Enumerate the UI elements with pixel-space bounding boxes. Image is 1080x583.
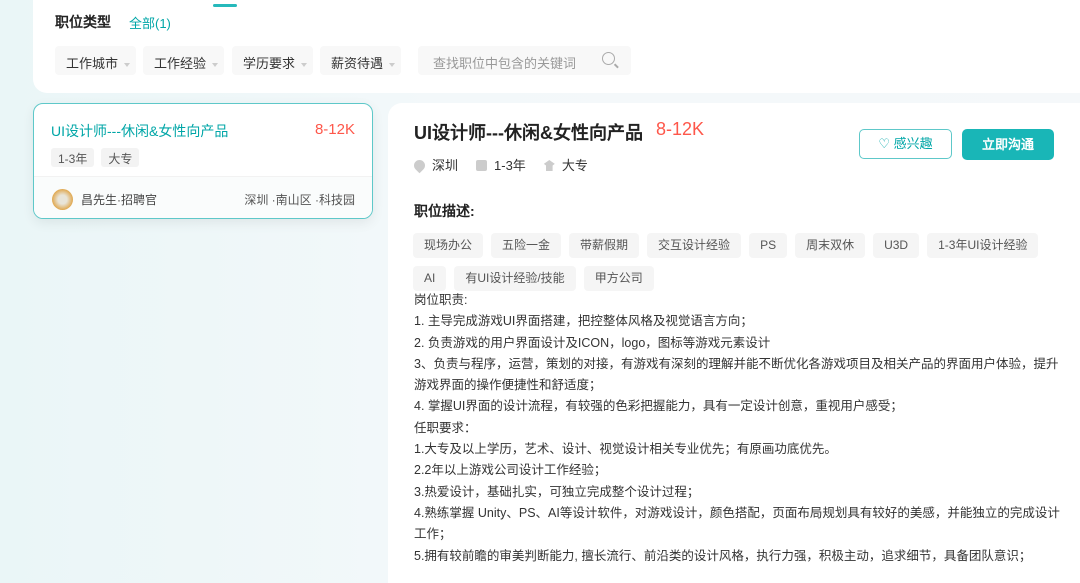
dropdown-label: 学历要求 (243, 56, 296, 71)
avatar (52, 189, 73, 210)
search-placeholder: 查找职位中包含的关键词 (433, 56, 577, 71)
description-line: 3.热爱设计，基础扎实，可独立完成整个设计过程； (414, 484, 700, 499)
search-icon[interactable] (602, 52, 615, 65)
job-salary: 8-12K (656, 119, 705, 139)
job-card-salary: 8-12K (314, 121, 355, 138)
skill-tag: 周末双休 (795, 233, 866, 258)
keyword-search-input[interactable]: 查找职位中包含的关键词 (418, 46, 631, 75)
skill-tag: 1-3年UI设计经验 (927, 233, 1039, 258)
dropdown-label: 薪资待遇 (331, 56, 384, 71)
job-detail-panel: UI设计师---休闲&女性向产品 8-12K 深圳 1-3年 大专 ♡ 感兴趣 … (388, 103, 1080, 583)
skill-tags: 现场办公 五险一金 带薪假期 交互设计经验 PS 周末双休 U3D 1-3年UI设计经验 AI 有… (413, 233, 1073, 291)
description-line: 3、负责与程序，运营，策划的对接，有游戏有深刻的理解并能不断优化各游戏项目及相关… (414, 356, 1059, 393)
job-type-all-link[interactable]: 全部(1) (129, 13, 171, 32)
caret-down-icon (389, 63, 396, 70)
description-line: 任职要求： (414, 420, 477, 435)
skill-tag: 交互设计经验 (647, 233, 742, 258)
job-card-title[interactable]: UI设计师---休闲&女性向产品 (51, 121, 228, 141)
dropdown-salary[interactable]: 薪资待遇 (320, 46, 401, 75)
description-line: 1.大专及以上学历，艺术、设计、视觉设计相关专业优先；有原画功底优先。 (414, 442, 837, 457)
description-line: 2.2年以上游戏公司设计工作经验； (414, 463, 607, 478)
skill-tag: 现场办公 (413, 233, 484, 258)
skill-tag: 五险一金 (491, 233, 562, 258)
interest-button[interactable]: ♡ 感兴趣 (859, 129, 952, 159)
education-text: 大专 (561, 158, 588, 173)
section-title: 职位描述: (414, 203, 475, 219)
interest-label: 感兴趣 (893, 136, 933, 151)
description-line: 1. 主导完成游戏UI界面搭建，把控整体风格及视觉语言方向； (414, 314, 753, 329)
description-line: 4.熟练掌握 Unity、PS、AI等设计软件，对游戏设计，颜色搭配，页面布局规… (414, 505, 1060, 542)
description-line: 岗位职责: (414, 293, 468, 307)
briefcase-icon (476, 160, 488, 171)
job-card-location: 深圳 ·南山区 ·科技园 (244, 193, 355, 207)
job-experience: 1-3年 (476, 155, 526, 174)
heart-icon: ♡ (878, 136, 890, 151)
description-line: 4. 掌握UI界面的设计流程，有较强的色彩把握能力，具有一定设计创意，重视用户感… (414, 399, 903, 414)
skill-tag: U3D (873, 233, 920, 258)
job-title: UI设计师---休闲&女性向产品 (414, 123, 643, 143)
dropdown-label: 工作城市 (66, 56, 119, 71)
dropdown-experience[interactable]: 工作经验 (143, 46, 224, 75)
city-text: 深圳 (432, 158, 459, 173)
description-line: 5.拥有较前瞻的审美判断能力, 擅长流行、前沿类的设计风格，执行力强，积极主动，… (414, 548, 1032, 563)
dropdown-city[interactable]: 工作城市 (55, 46, 136, 75)
job-card-tag: 1-3年 (51, 148, 95, 167)
job-card-tag: 大专 (101, 148, 140, 167)
caret-down-icon (124, 63, 131, 70)
job-card[interactable]: UI设计师---休闲&女性向产品 8-12K 1-3年 大专 昌先生·招聘官 深… (33, 103, 373, 219)
job-description: 岗位职责: 1. 主导完成游戏UI界面搭建，把控整体风格及视觉语言方向； 2. 负责… (414, 290, 1064, 567)
skill-tag: 甲方公司 (583, 266, 654, 291)
dropdown-education[interactable]: 学历要求 (232, 46, 313, 75)
skill-tag: 带薪假期 (569, 233, 640, 258)
caret-down-icon (212, 63, 219, 70)
graduation-cap-icon (543, 160, 555, 171)
dropdown-label: 工作经验 (154, 56, 207, 71)
job-type-label: 职位类型 (55, 14, 111, 30)
description-line: 2. 负责游戏的用户界面设计及ICON，logo，图标等游戏元素设计 (414, 335, 771, 350)
tab-indicator (213, 4, 237, 7)
location-pin-icon (411, 157, 428, 174)
job-card-footer: 昌先生·招聘官 深圳 ·南山区 ·科技园 (34, 176, 372, 218)
skill-tag: PS (749, 233, 788, 258)
recruiter-name: 昌先生·招聘官 (81, 193, 157, 207)
skill-tag: AI (413, 266, 447, 291)
job-education: 大专 (543, 155, 588, 174)
experience-text: 1-3年 (494, 158, 526, 173)
job-city: 深圳 (411, 155, 459, 174)
chat-now-button[interactable]: 立即沟通 (962, 129, 1054, 160)
caret-down-icon (301, 63, 308, 70)
skill-tag: 有UI设计经验/技能 (454, 266, 576, 291)
